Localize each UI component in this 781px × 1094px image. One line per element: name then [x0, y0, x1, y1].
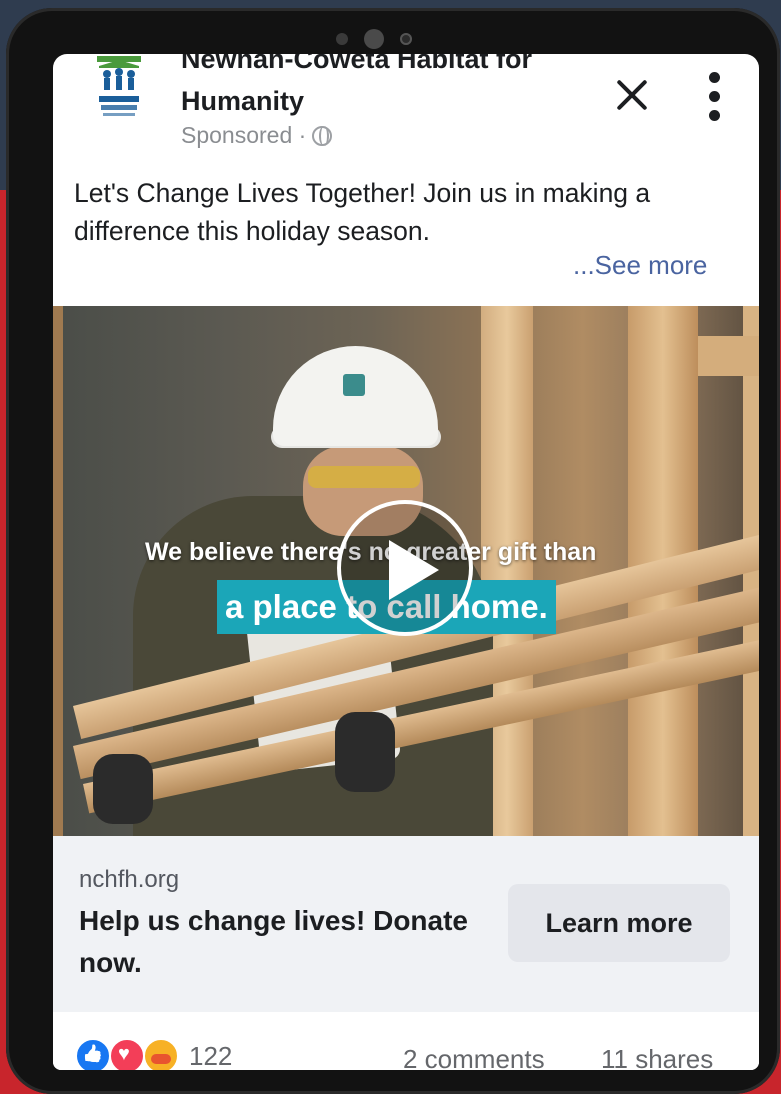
video-scene — [308, 466, 420, 488]
video-scene — [273, 346, 438, 446]
like-icon — [75, 1038, 111, 1070]
video-scene — [343, 374, 365, 396]
video-scene — [335, 712, 395, 792]
habitat-logo[interactable] — [93, 56, 145, 122]
video-scene — [93, 754, 153, 824]
link-domain: nchfh.org — [79, 866, 180, 893]
page-name[interactable]: Newnan-Coweta Habitat for Humanity — [181, 54, 601, 122]
more-options-icon[interactable] — [705, 72, 725, 122]
shares-count[interactable]: 11 shares — [601, 1044, 713, 1070]
play-button[interactable] — [337, 500, 473, 636]
engagement-bar: 122 2 comments 11 shares — [53, 1012, 759, 1070]
care-icon — [143, 1038, 179, 1070]
post-text: Let's Change Lives Together! Join us in … — [74, 178, 651, 246]
sensor-icon — [400, 33, 412, 45]
see-more-link[interactable]: ...See more — [573, 250, 707, 281]
play-icon — [389, 540, 439, 600]
sponsored-text: Sponsored · — [181, 122, 307, 148]
video-player[interactable]: We believe there's no greater gift than … — [53, 306, 759, 836]
comments-count[interactable]: 2 comments — [403, 1044, 545, 1070]
facebook-ad-post: Newnan-Coweta Habitat for Humanity Spons… — [53, 54, 759, 1070]
reactions[interactable]: 122 — [75, 1038, 232, 1070]
sensor-icon — [336, 33, 348, 45]
camera-bar — [336, 28, 426, 50]
love-icon — [109, 1038, 145, 1070]
post-header: Newnan-Coweta Habitat for Humanity Spons… — [53, 54, 759, 164]
reaction-count: 122 — [189, 1040, 233, 1071]
phone-frame: Newnan-Coweta Habitat for Humanity Spons… — [6, 8, 780, 1094]
camera-icon — [364, 29, 384, 49]
video-scene — [698, 336, 759, 376]
link-preview[interactable]: nchfh.org Help us change lives! Donate n… — [53, 836, 759, 1012]
sponsored-label: Sponsored · — [181, 122, 333, 149]
video-scene — [53, 306, 63, 836]
learn-more-button[interactable]: Learn more — [508, 884, 730, 962]
globe-icon — [312, 125, 333, 146]
close-icon[interactable] — [609, 72, 655, 118]
link-title: Help us change lives! Donate now. — [79, 905, 468, 978]
